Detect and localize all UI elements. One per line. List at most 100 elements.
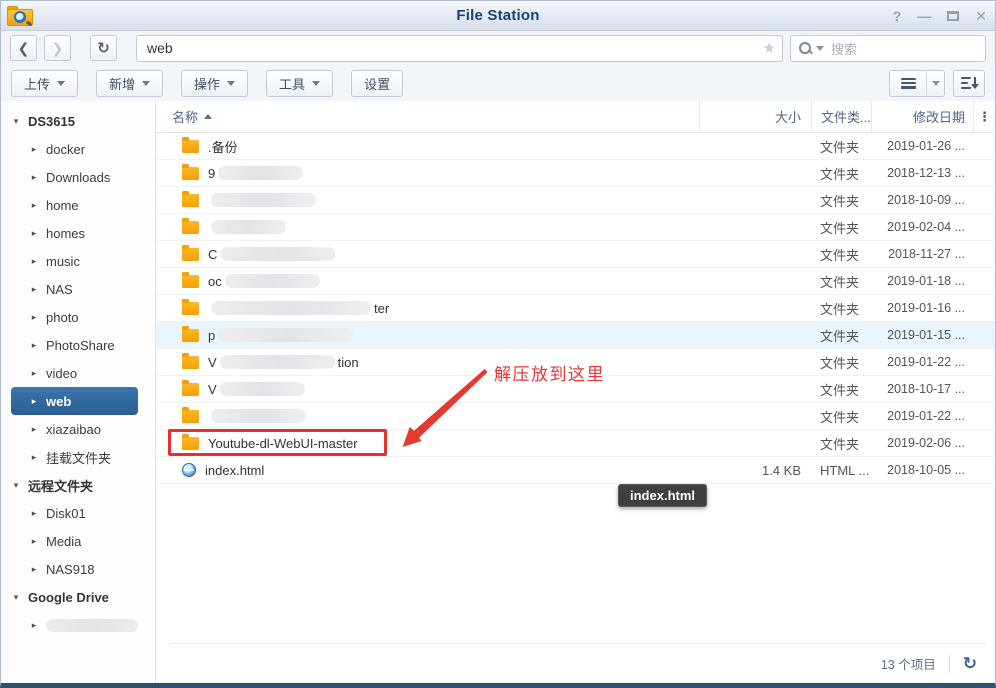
chevron-right-icon[interactable]: ▸ [29, 536, 39, 547]
chevron-right-icon[interactable]: ▸ [29, 396, 39, 407]
minimize-icon[interactable]: — [917, 9, 931, 23]
sidebar-item-homes[interactable]: ▸ homes [1, 219, 155, 247]
chevron-down-icon[interactable]: ▾ [11, 592, 21, 603]
chevron-right-icon[interactable]: ▸ [29, 144, 39, 155]
item-count: 13 个项目 [881, 654, 936, 673]
file-name [208, 220, 699, 234]
status-bar: 13 个项目 ↻ [170, 643, 987, 683]
redacted-name [225, 274, 320, 288]
file-name [208, 409, 699, 423]
sidebar-item-photo[interactable]: ▸photo [1, 303, 155, 331]
sidebar-item-label: DS3615 [28, 114, 75, 129]
folder-icon [182, 194, 199, 207]
column-options-icon[interactable]: ⋮ [973, 101, 995, 132]
sidebar-item-media[interactable]: ▸Media [1, 527, 155, 555]
sidebar-item-挂载文件夹[interactable]: ▸ 挂载文件夹 [1, 443, 155, 471]
file-modified-date: 2019-01-16 ... [871, 301, 973, 315]
sidebar-item-music[interactable]: ▸music [1, 247, 155, 275]
toolbar-button-label: 操作 [194, 74, 220, 93]
forward-button[interactable]: ❯ [44, 35, 71, 61]
table-row[interactable]: 9文件夹2018-12-13 ... [156, 160, 995, 187]
chevron-right-icon[interactable]: ▸ [29, 452, 39, 463]
sidebar-item-远程文件夹[interactable]: ▾远程文件夹 [1, 471, 155, 499]
table-row[interactable]: p文件夹2019-01-15 ... [156, 322, 995, 349]
chevron-right-icon[interactable]: ▸ [29, 228, 39, 239]
chevron-right-icon[interactable]: ▸ [29, 172, 39, 183]
table-row[interactable]: Vtion文件夹2019-01-22 ... [156, 349, 995, 376]
column-header-name[interactable]: 名称 [156, 101, 699, 132]
sidebar-item-label: homes [46, 226, 85, 241]
chevron-right-icon[interactable]: ▸ [29, 424, 39, 435]
toolbar-button-2[interactable]: 新增 [96, 70, 163, 97]
search-options-caret-icon[interactable] [816, 46, 824, 51]
sidebar-item-label: 挂载文件夹 [46, 448, 111, 467]
chevron-down-icon[interactable]: ▾ [11, 116, 21, 127]
sidebar-item-label: Disk01 [46, 506, 86, 521]
sidebar-item-video[interactable]: ▸video [1, 359, 155, 387]
chevron-right-icon[interactable]: ▸ [29, 340, 39, 351]
chevron-down-icon[interactable]: ▾ [11, 480, 21, 491]
table-row[interactable]: 文件夹2018-10-09 ... [156, 187, 995, 214]
help-icon[interactable]: ? [893, 9, 902, 23]
close-icon[interactable]: ✕ [975, 9, 987, 23]
table-row[interactable]: 文件夹2019-02-04 ... [156, 214, 995, 241]
file-type: 文件夹 [811, 191, 871, 210]
table-row[interactable]: index.html1.4 KBHTML ...2018-10-05 ... [156, 457, 995, 484]
list-refresh-icon[interactable]: ↻ [963, 655, 977, 672]
favorite-star-icon[interactable]: ★ [763, 39, 776, 57]
sidebar-item-photoshare[interactable]: ▸PhotoShare [1, 331, 155, 359]
sort-button[interactable] [953, 70, 985, 97]
sidebar-item-nas[interactable]: ▸NAS [1, 275, 155, 303]
path-input[interactable]: web [136, 35, 783, 62]
file-type: 文件夹 [811, 380, 871, 399]
list-view-icon [901, 78, 916, 89]
sidebar-item-web[interactable]: ▸web [11, 387, 138, 415]
toolbar-button-4[interactable]: 工具 [266, 70, 333, 97]
chevron-right-icon[interactable]: ▸ [29, 564, 39, 575]
column-header-size[interactable]: 大小 [699, 101, 811, 132]
sidebar-item-redacted[interactable]: ▸ [1, 611, 155, 639]
sidebar-item-label: home [46, 198, 79, 213]
toolbar-button-3[interactable]: 操作 [181, 70, 248, 97]
chevron-right-icon[interactable]: ▸ [29, 620, 39, 631]
chevron-right-icon[interactable]: ▸ [29, 284, 39, 295]
file-name: oc [208, 274, 699, 289]
chevron-right-icon[interactable]: ▸ [29, 508, 39, 519]
search-input[interactable]: 搜索 [790, 35, 986, 62]
toolbar-button-1[interactable]: 上传 [11, 70, 78, 97]
chevron-right-icon[interactable]: ▸ [29, 200, 39, 211]
file-station-window: File Station ? — ✕ ❮ ❯ ↻ web ★ 搜索 上传新增操作… [0, 0, 996, 688]
toolbar: 上传新增 操作 工具设置 [1, 65, 995, 101]
back-button[interactable]: ❮ [10, 35, 37, 61]
table-row[interactable]: V文件夹2018-10-17 ... [156, 376, 995, 403]
sidebar-item-label: docker [46, 142, 85, 157]
sidebar-item-home[interactable]: ▸ home [1, 191, 155, 219]
sidebar-item-xiazaibao[interactable]: ▸xiazaibao [1, 415, 155, 443]
sidebar-item-downloads[interactable]: ▸Downloads [1, 163, 155, 191]
chevron-right-icon[interactable]: ▸ [29, 256, 39, 267]
chevron-right-icon[interactable]: ▸ [29, 368, 39, 379]
column-header-date[interactable]: 修改日期 [871, 101, 973, 132]
table-row[interactable]: ter文件夹2019-01-16 ... [156, 295, 995, 322]
table-row[interactable]: oc文件夹2019-01-18 ... [156, 268, 995, 295]
sidebar-item-google-drive[interactable]: ▾Google Drive [1, 583, 155, 611]
table-row[interactable]: C文件夹2018-11-27 ... [156, 241, 995, 268]
folder-icon [182, 437, 199, 450]
sidebar-item-nas918[interactable]: ▸ NAS918 [1, 555, 155, 583]
sidebar-item-label: NAS918 [46, 562, 94, 577]
sidebar-item-disk01[interactable]: ▸ Disk01 [1, 499, 155, 527]
redacted-name [220, 247, 335, 261]
dropdown-caret-icon [227, 81, 235, 86]
toolbar-button-5[interactable]: 设置 [351, 70, 403, 97]
file-type: 文件夹 [811, 137, 871, 156]
maximize-icon[interactable] [947, 11, 959, 21]
table-row[interactable]: .备份文件夹2019-01-26 ... [156, 133, 995, 160]
table-row[interactable]: Youtube-dl-WebUI-master文件夹2019-02-06 ... [156, 430, 995, 457]
chevron-right-icon[interactable]: ▸ [29, 312, 39, 323]
view-mode-button[interactable] [889, 70, 945, 97]
sidebar-item-docker[interactable]: ▸ docker [1, 135, 155, 163]
sidebar-item-ds3615[interactable]: ▾ DS3615 [1, 107, 155, 135]
refresh-button[interactable]: ↻ [90, 35, 117, 61]
column-header-type[interactable]: 文件类... [811, 101, 871, 132]
table-row[interactable]: 文件夹2019-01-22 ... [156, 403, 995, 430]
